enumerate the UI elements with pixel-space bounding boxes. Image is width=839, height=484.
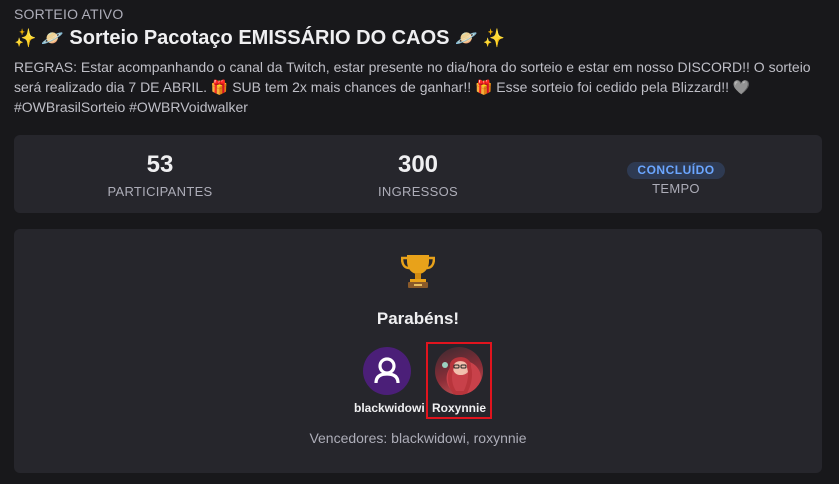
congrats-heading: Parabéns! xyxy=(376,309,460,328)
giveaway-rules: REGRAS: Estar acompanhando o canal da Tw… xyxy=(14,59,811,115)
tickets-count: 300 xyxy=(397,151,439,178)
participants-count: 53 xyxy=(146,151,174,178)
giveaway-title-text: Sorteio Pacotaço EMISSÁRIO DO CAOS xyxy=(69,27,450,49)
sparkle-planet-icon: ✨ 🪐 xyxy=(14,28,64,48)
giveaway-status: SORTEIO ATIVO xyxy=(14,6,124,22)
stats-card: 53 PARTICIPANTES 300 INGRESSOS CONCLUÍDO… xyxy=(14,135,822,213)
stat-tickets: 300 INGRESSOS xyxy=(308,135,528,213)
planet-sparkle-icon: 🪐 ✨ xyxy=(455,28,505,48)
giveaway-title: ✨ 🪐 Sorteio Pacotaço EMISSÁRIO DO CAOS 🪐… xyxy=(14,27,505,50)
stat-participants: 53 PARTICIPANTES xyxy=(50,135,270,213)
winners-summary: Vencedores: blackwidowi, roxynnie xyxy=(309,430,527,446)
time-label: TEMPO xyxy=(652,181,700,196)
status-badge: CONCLUÍDO xyxy=(627,162,725,179)
stat-time: CONCLUÍDO TEMPO xyxy=(566,135,786,213)
winner-item[interactable]: blackwidowi xyxy=(354,347,425,415)
default-user-icon xyxy=(363,347,411,395)
trophy-icon xyxy=(401,255,435,288)
winner-card: Parabéns! blackwidowi Roxynnie Vencedore… xyxy=(14,229,822,473)
giveaway-page: SORTEIO ATIVO ✨ 🪐 Sorteio Pacotaço EMISS… xyxy=(0,0,839,484)
winner-name: blackwidowi xyxy=(354,401,425,415)
participants-label: PARTICIPANTES xyxy=(107,184,213,199)
selection-highlight xyxy=(426,342,492,419)
tickets-label: INGRESSOS xyxy=(378,184,458,199)
